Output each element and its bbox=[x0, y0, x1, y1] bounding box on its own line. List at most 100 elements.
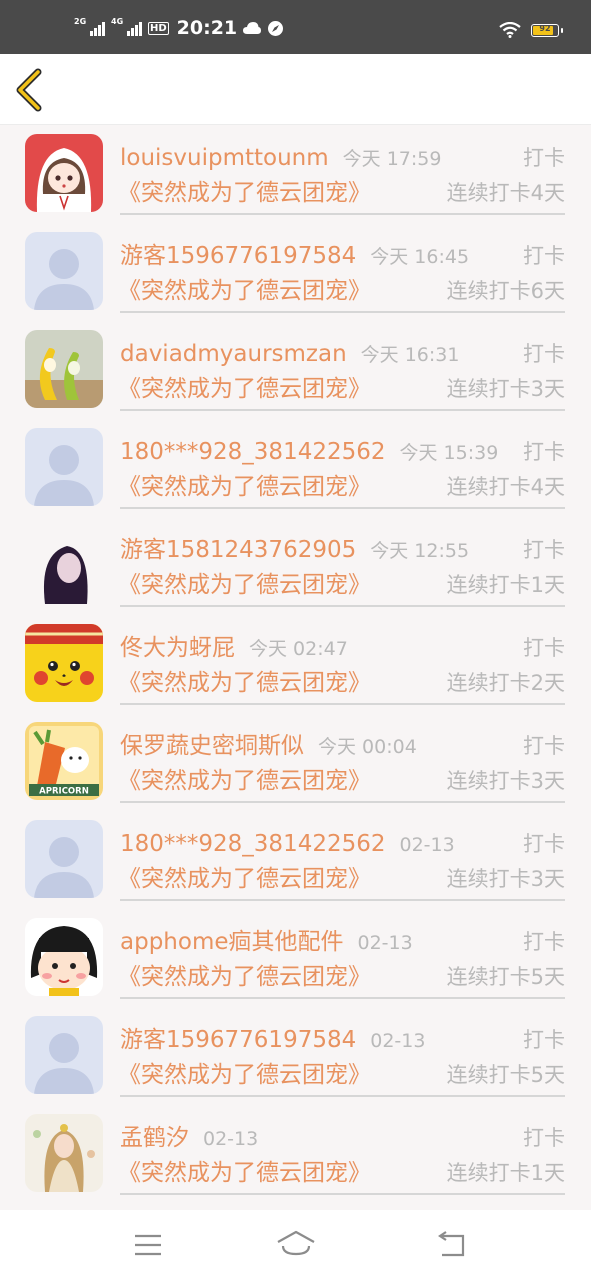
checkin-time: 02-13 bbox=[357, 932, 413, 954]
avatar-pikachu[interactable] bbox=[25, 624, 103, 702]
user-name-text[interactable]: daviadmyaursmzan bbox=[120, 341, 347, 367]
divider bbox=[120, 997, 565, 999]
checkin-type: 打卡 bbox=[523, 1028, 565, 1052]
streak-count: 连续打卡5天 bbox=[446, 1063, 565, 1087]
book-title[interactable]: 《突然成为了德云团宠》 bbox=[118, 1060, 371, 1090]
menu-icon bbox=[135, 1234, 161, 1256]
checkin-type: 打卡 bbox=[523, 636, 565, 660]
user-name-text[interactable]: 孟鹤汐 bbox=[120, 1125, 189, 1151]
book-title[interactable]: 《突然成为了德云团宠》 bbox=[118, 962, 371, 992]
user-name[interactable]: 保罗蔬史密垌斯似 今天 00:04 bbox=[120, 731, 417, 762]
sim1-label: 2G bbox=[74, 17, 87, 26]
list-item-1[interactable]: louisvuipmttounm 今天 17:59 打卡 《突然成为了德云团宠》 … bbox=[0, 125, 591, 223]
book-title[interactable]: 《突然成为了德云团宠》 bbox=[118, 276, 371, 306]
avatar-bananas-photo[interactable] bbox=[25, 330, 103, 408]
user-name-text[interactable]: 游客1596776197584 bbox=[120, 1027, 356, 1053]
list-item-5[interactable]: 游客1581243762905 今天 12:55 打卡 《突然成为了德云团宠》 连… bbox=[0, 517, 591, 615]
compass-icon bbox=[268, 20, 284, 36]
user-name[interactable]: apphome痐其他配件 02-13 bbox=[120, 927, 413, 958]
default-user-image bbox=[25, 232, 103, 310]
checkin-type: 打卡 bbox=[523, 734, 565, 758]
back-icon bbox=[438, 1231, 465, 1257]
capricorn-sticker-image: APRICORN bbox=[25, 722, 103, 800]
list-item-7[interactable]: APRICORN 保罗蔬史密垌斯似 今天 00:04 打卡 《突然成为了德云团宠》… bbox=[0, 713, 591, 811]
divider bbox=[120, 703, 565, 705]
checkin-time: 02-13 bbox=[370, 1030, 426, 1052]
avatar-capricorn-sticker[interactable]: APRICORN bbox=[25, 722, 103, 800]
user-name-text[interactable]: 佟大为蚜屁 bbox=[120, 635, 235, 661]
back-button[interactable] bbox=[10, 68, 54, 112]
list-item-9[interactable]: apphome痐其他配件 02-13 打卡 《突然成为了德云团宠》 连续打卡5天 bbox=[0, 909, 591, 1007]
wifi-icon bbox=[499, 22, 521, 38]
checkin-time: 今天 17:59 bbox=[342, 148, 442, 170]
bananas-photo-image bbox=[25, 330, 103, 408]
checkin-type: 打卡 bbox=[523, 342, 565, 366]
user-name-text[interactable]: 180***928_381422562 bbox=[120, 831, 386, 857]
book-title[interactable]: 《突然成为了德云团宠》 bbox=[118, 178, 371, 208]
list-item-10[interactable]: 游客1596776197584 02-13 打卡 《突然成为了德云团宠》 连续打卡… bbox=[0, 1007, 591, 1105]
user-name[interactable]: louisvuipmttounm 今天 17:59 bbox=[120, 143, 441, 174]
hd-icon: HD bbox=[148, 21, 169, 35]
book-title[interactable]: 《突然成为了德云团宠》 bbox=[118, 864, 371, 894]
clock: 20:21 bbox=[176, 17, 238, 39]
user-name[interactable]: 孟鹤汐 02-13 bbox=[120, 1123, 258, 1154]
user-name-text[interactable]: 游客1581243762905 bbox=[120, 537, 356, 563]
user-name-text[interactable]: 180***928_381422562 bbox=[120, 439, 386, 465]
book-title[interactable]: 《突然成为了德云团宠》 bbox=[118, 766, 371, 796]
menu-button[interactable] bbox=[128, 1228, 168, 1262]
list-item-4[interactable]: 180***928_381422562 今天 15:39 打卡 《突然成为了德云团… bbox=[0, 419, 591, 517]
user-name-text[interactable]: 保罗蔬史密垌斯似 bbox=[120, 733, 304, 759]
user-name[interactable]: daviadmyaursmzan 今天 16:31 bbox=[120, 339, 459, 370]
signal-2-icon: 4G bbox=[111, 17, 142, 36]
checkin-time: 今天 12:55 bbox=[370, 540, 470, 562]
user-name[interactable]: 佟大为蚜屁 今天 02:47 bbox=[120, 633, 348, 664]
book-title[interactable]: 《突然成为了德云团宠》 bbox=[118, 374, 371, 404]
book-title[interactable]: 《突然成为了德云团宠》 bbox=[118, 472, 371, 502]
user-name[interactable]: 180***928_381422562 今天 15:39 bbox=[120, 437, 498, 468]
home-icon bbox=[277, 1230, 315, 1256]
user-name-text[interactable]: 游客1596776197584 bbox=[120, 243, 356, 269]
streak-count: 连续打卡3天 bbox=[446, 769, 565, 793]
book-title[interactable]: 《突然成为了德云团宠》 bbox=[118, 668, 371, 698]
avatar-default-user[interactable] bbox=[25, 232, 103, 310]
status-left: 2G 4G HD 20:21 bbox=[74, 16, 284, 40]
chevron-left-icon bbox=[16, 68, 42, 112]
user-name-text[interactable]: apphome痐其他配件 bbox=[120, 929, 344, 955]
user-name[interactable]: 游客1596776197584 今天 16:45 bbox=[120, 241, 469, 272]
divider bbox=[120, 1193, 565, 1195]
user-name[interactable]: 180***928_381422562 02-13 bbox=[120, 829, 455, 860]
list-item-6[interactable]: 佟大为蚜屁 今天 02:47 打卡 《突然成为了德云团宠》 连续打卡2天 bbox=[0, 615, 591, 713]
checkin-type: 打卡 bbox=[523, 538, 565, 562]
list-item-8[interactable]: 180***928_381422562 02-13 打卡 《突然成为了德云团宠》 … bbox=[0, 811, 591, 909]
avatar-purple-girl-photo[interactable] bbox=[25, 526, 103, 604]
back-nav-button[interactable] bbox=[430, 1228, 470, 1262]
list-item-11[interactable]: 孟鹤汐 02-13 打卡 《突然成为了德云团宠》 连续打卡1天 bbox=[0, 1105, 591, 1203]
home-button[interactable] bbox=[275, 1228, 317, 1262]
battery-icon: 92 bbox=[531, 23, 563, 37]
checkin-time: 今天 15:39 bbox=[399, 442, 499, 464]
avatar-princess-doll[interactable] bbox=[25, 1114, 103, 1192]
pikachu-image bbox=[25, 624, 103, 702]
streak-count: 连续打卡3天 bbox=[446, 377, 565, 401]
system-navigation-bar bbox=[0, 1210, 591, 1280]
divider bbox=[120, 605, 565, 607]
sim2-label: 4G bbox=[111, 17, 124, 26]
avatar-default-user[interactable] bbox=[25, 820, 103, 898]
book-title[interactable]: 《突然成为了德云团宠》 bbox=[118, 1158, 371, 1188]
book-title[interactable]: 《突然成为了德云团宠》 bbox=[118, 570, 371, 600]
avatar-default-user[interactable] bbox=[25, 1016, 103, 1094]
user-name[interactable]: 游客1596776197584 02-13 bbox=[120, 1025, 425, 1056]
divider bbox=[120, 213, 565, 215]
cloud-icon bbox=[243, 22, 262, 34]
list-item-3[interactable]: daviadmyaursmzan 今天 16:31 打卡 《突然成为了德云团宠》 … bbox=[0, 321, 591, 419]
user-name-text[interactable]: louisvuipmttounm bbox=[120, 145, 329, 171]
list-item-2[interactable]: 游客1596776197584 今天 16:45 打卡 《突然成为了德云团宠》 连… bbox=[0, 223, 591, 321]
divider bbox=[120, 311, 565, 313]
avatar-cartoon-girl[interactable] bbox=[25, 918, 103, 996]
user-name[interactable]: 游客1581243762905 今天 12:55 bbox=[120, 535, 469, 566]
checkin-time: 今天 02:47 bbox=[249, 638, 348, 660]
header-bar bbox=[0, 54, 591, 125]
avatar-default-user[interactable] bbox=[25, 428, 103, 506]
default-user-image bbox=[25, 820, 103, 898]
avatar-anime-girl-hoodie[interactable] bbox=[25, 134, 103, 212]
